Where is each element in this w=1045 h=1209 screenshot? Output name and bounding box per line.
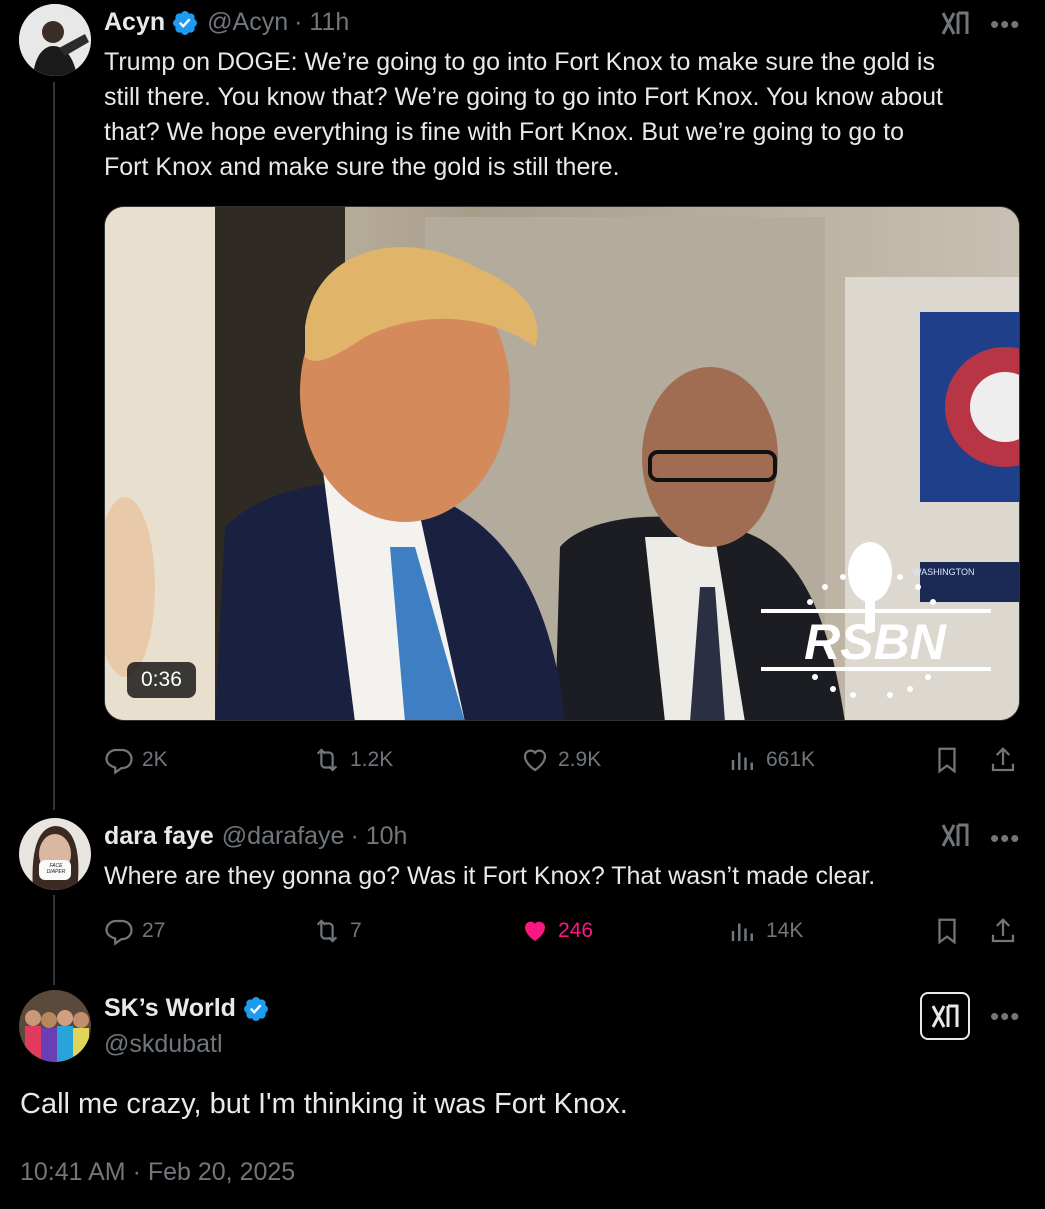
grok-icon xyxy=(931,1004,959,1028)
author-handle[interactable]: @darafaye xyxy=(222,822,345,851)
reply-count: 2K xyxy=(142,748,168,771)
repost-count: 1.2K xyxy=(350,748,394,771)
tweet-time[interactable]: · 11h xyxy=(294,8,349,37)
repost-button[interactable]: 7 xyxy=(312,916,362,946)
video-player[interactable]: RSBN WASHINGTON 0:36 xyxy=(104,206,1020,721)
more-icon[interactable]: ••• xyxy=(990,1003,1020,1029)
more-icon[interactable]: ••• xyxy=(990,825,1020,851)
share-icon xyxy=(991,918,1015,943)
tweet-text-line: Trump on DOGE: We’re going to go into Fo… xyxy=(104,48,935,76)
thread-line xyxy=(53,82,55,810)
avatar-acyn[interactable] xyxy=(19,4,91,76)
rsbn-logo: RSBN xyxy=(761,542,991,698)
tweet-time[interactable]: · 10h xyxy=(350,822,407,851)
author-name[interactable]: SK’s World xyxy=(104,994,236,1023)
like-icon xyxy=(523,749,547,772)
thread-line xyxy=(53,895,55,985)
author-name[interactable]: dara faye xyxy=(104,822,214,851)
repost-count: 7 xyxy=(350,919,362,942)
reply-icon xyxy=(105,919,133,946)
views-button[interactable]: 661K xyxy=(728,745,815,775)
share-button[interactable] xyxy=(988,916,1018,946)
watermark-small-text: WASHINGTON xyxy=(913,567,975,577)
tweet1-header: Acyn @Acyn · 11h xyxy=(104,8,349,37)
tweet-text: Where are they gonna go? Was it Fort Kno… xyxy=(104,862,876,890)
bookmark-icon xyxy=(938,747,956,774)
tweet3-header: SK’s World xyxy=(104,994,270,1023)
like-button[interactable]: 2.9K xyxy=(520,745,601,775)
repost-icon xyxy=(316,748,338,772)
avatar-image xyxy=(19,990,91,1062)
repost-icon xyxy=(316,919,338,943)
author-handle[interactable]: @Acyn xyxy=(207,8,288,37)
avatar-darafaye[interactable]: FACE DIAPER xyxy=(19,818,91,890)
bookmark-button[interactable] xyxy=(932,916,962,946)
views-icon xyxy=(731,923,753,941)
mask-text: FACE DIAPER xyxy=(46,863,66,875)
more-icon[interactable]: ••• xyxy=(990,11,1020,37)
video-duration: 0:36 xyxy=(127,662,196,698)
tweet-text-line: still there. You know that? We’re going … xyxy=(104,83,943,111)
avatar-image xyxy=(19,4,91,76)
author-name[interactable]: Acyn xyxy=(104,8,165,37)
share-button[interactable] xyxy=(988,745,1018,775)
grok-icon[interactable] xyxy=(940,8,970,38)
repost-button[interactable]: 1.2K xyxy=(312,745,393,775)
views-count: 14K xyxy=(766,919,804,942)
tweet2-header: dara faye @darafaye · 10h xyxy=(104,822,407,851)
views-count: 661K xyxy=(766,748,816,771)
tweet-timestamp[interactable]: 10:41 AM · Feb 20, 2025 xyxy=(20,1158,295,1187)
like-count: 246 xyxy=(558,919,594,942)
reply-count: 27 xyxy=(142,919,166,942)
views-button[interactable]: 14K xyxy=(728,916,803,946)
bookmark-button[interactable] xyxy=(932,745,962,775)
reply-button[interactable]: 2K xyxy=(104,745,168,775)
reply-button[interactable]: 27 xyxy=(104,916,165,946)
rsbn-text: RSBN xyxy=(804,614,947,670)
tweet1-actions: 2K 1.2K 2.9K 661K xyxy=(104,745,1020,785)
tweet-text-line: Fort Knox and make sure the gold is stil… xyxy=(104,153,620,181)
bookmark-icon xyxy=(938,918,956,945)
tweet-text: Trump on DOGE: We’re going to go into Fo… xyxy=(104,45,1024,185)
share-icon xyxy=(991,747,1015,772)
tweet2-actions: 27 7 246 14K xyxy=(104,916,1020,956)
like-icon xyxy=(525,921,545,941)
like-button[interactable]: 246 xyxy=(520,916,593,946)
verified-icon xyxy=(173,10,198,35)
tweet-text: Call me crazy, but I'm thinking it was F… xyxy=(20,1088,628,1120)
grok-icon[interactable] xyxy=(940,820,970,850)
avatar-skdubatl[interactable] xyxy=(19,990,91,1062)
like-count: 2.9K xyxy=(558,748,602,771)
reply-icon xyxy=(105,748,133,775)
grok-button[interactable] xyxy=(920,992,970,1040)
tweet-text-line: that? We hope everything is fine with Fo… xyxy=(104,118,904,146)
verified-icon xyxy=(244,996,268,1021)
author-handle[interactable]: @skdubatl xyxy=(104,1030,223,1059)
views-icon xyxy=(731,752,753,770)
avatar-image xyxy=(19,818,91,890)
